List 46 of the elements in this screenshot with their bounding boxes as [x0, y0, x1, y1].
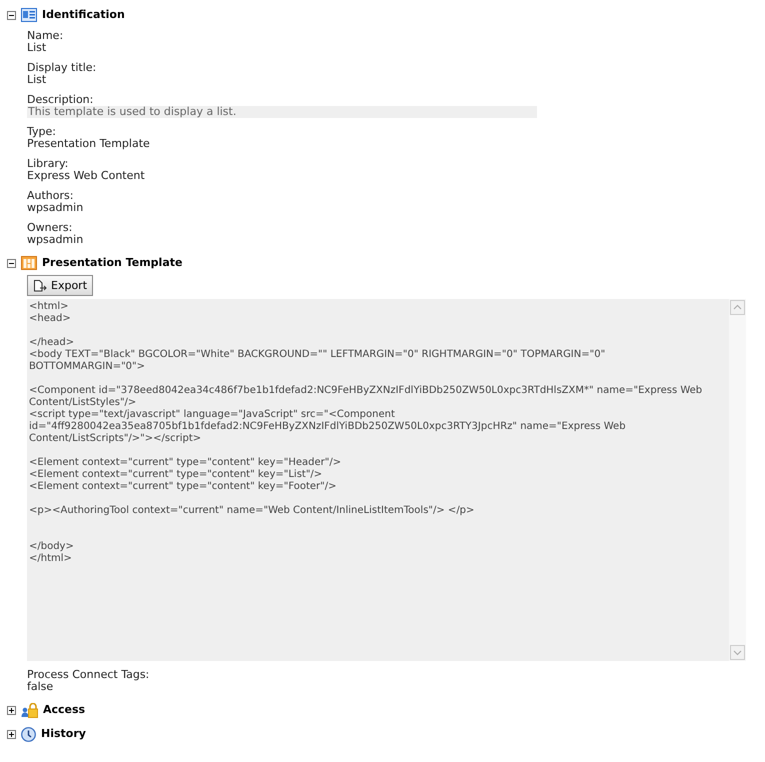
field-value: Presentation Template	[27, 138, 151, 150]
code-line: id="4ff9280042ea35ea8705bf1b1fdefad2:NC9FeHByZXNzIFdlYiBDb250ZW50L0xpc3RTY3JpcHRz" name="Express Web	[29, 421, 627, 433]
collapse-toggle[interactable]	[7, 258, 16, 268]
field-label: Process Connect Tags:	[27, 669, 150, 681]
field-value: List	[27, 42, 48, 54]
code-line: Content/ListScripts"/>"></script>	[29, 433, 202, 445]
field-value: wpsadmin	[27, 202, 84, 214]
field-label: Display title:	[27, 62, 98, 74]
field-label: Owners:	[27, 222, 74, 234]
field-label: Description:	[27, 94, 94, 106]
code-line: </head>	[29, 337, 76, 349]
field-value: false	[27, 681, 54, 693]
section-title: Identification	[42, 9, 125, 21]
clock-icon	[21, 726, 36, 742]
code-line: <Component id="378eed8042ea34c486f7be1b1fdefad2:NC9FeHByZXNzIFdlYiBDb250ZW50L0xpc3RTdHlsZXM*" name="Express Web	[29, 385, 704, 397]
layout-grid-icon	[21, 256, 37, 270]
section-title: Access	[43, 704, 86, 716]
code-line: <Element context="current" type="content" key="Footer"/>	[29, 481, 338, 493]
field-value: List	[27, 74, 46, 86]
section-title: History	[41, 728, 86, 740]
field-label: Name:	[27, 30, 64, 42]
field-label: Authors:	[27, 190, 74, 202]
field-value: wpsadmin	[27, 234, 84, 246]
field-label: Type:	[27, 126, 57, 138]
export-icon	[33, 280, 47, 292]
field-label: Library:	[27, 158, 70, 170]
code-line: <html>	[29, 301, 70, 313]
readonly-field: This template is used to display a list.	[27, 106, 537, 118]
code-line: <Element context="current" type="content" key="Header"/>	[29, 457, 342, 469]
collapse-toggle[interactable]	[7, 10, 16, 20]
section-title: Presentation Template	[42, 257, 182, 269]
code-line: <p><AuthoringTool context="current" name="Web Content/InlineListItemTools"/> </p>	[29, 505, 476, 517]
user-lock-icon	[21, 702, 38, 718]
expand-toggle[interactable]	[7, 706, 16, 714]
code-line: BOTTOMMARGIN="0">	[29, 361, 146, 373]
expand-toggle[interactable]	[7, 730, 16, 738]
code-line: <Element context="current" type="content" key="List"/>	[29, 469, 324, 481]
code-line: </html>	[29, 553, 73, 565]
code-line: Content/ListStyles"/>	[29, 397, 138, 409]
id-card-icon	[21, 8, 37, 22]
export-button[interactable]: Export	[27, 275, 94, 296]
code-line: <script type="text/javascript" language="JavaScript" src="<Component	[29, 409, 396, 421]
field-value: Express Web Content	[27, 170, 146, 182]
code-line: </body>	[29, 541, 75, 553]
code-line: <head>	[29, 313, 72, 325]
code-line: <body TEXT="Black" BGCOLOR="White" BACKGROUND="" LEFTMARGIN="0" RIGHTMARGIN="0" TOPMARGIN="0"	[29, 349, 606, 361]
